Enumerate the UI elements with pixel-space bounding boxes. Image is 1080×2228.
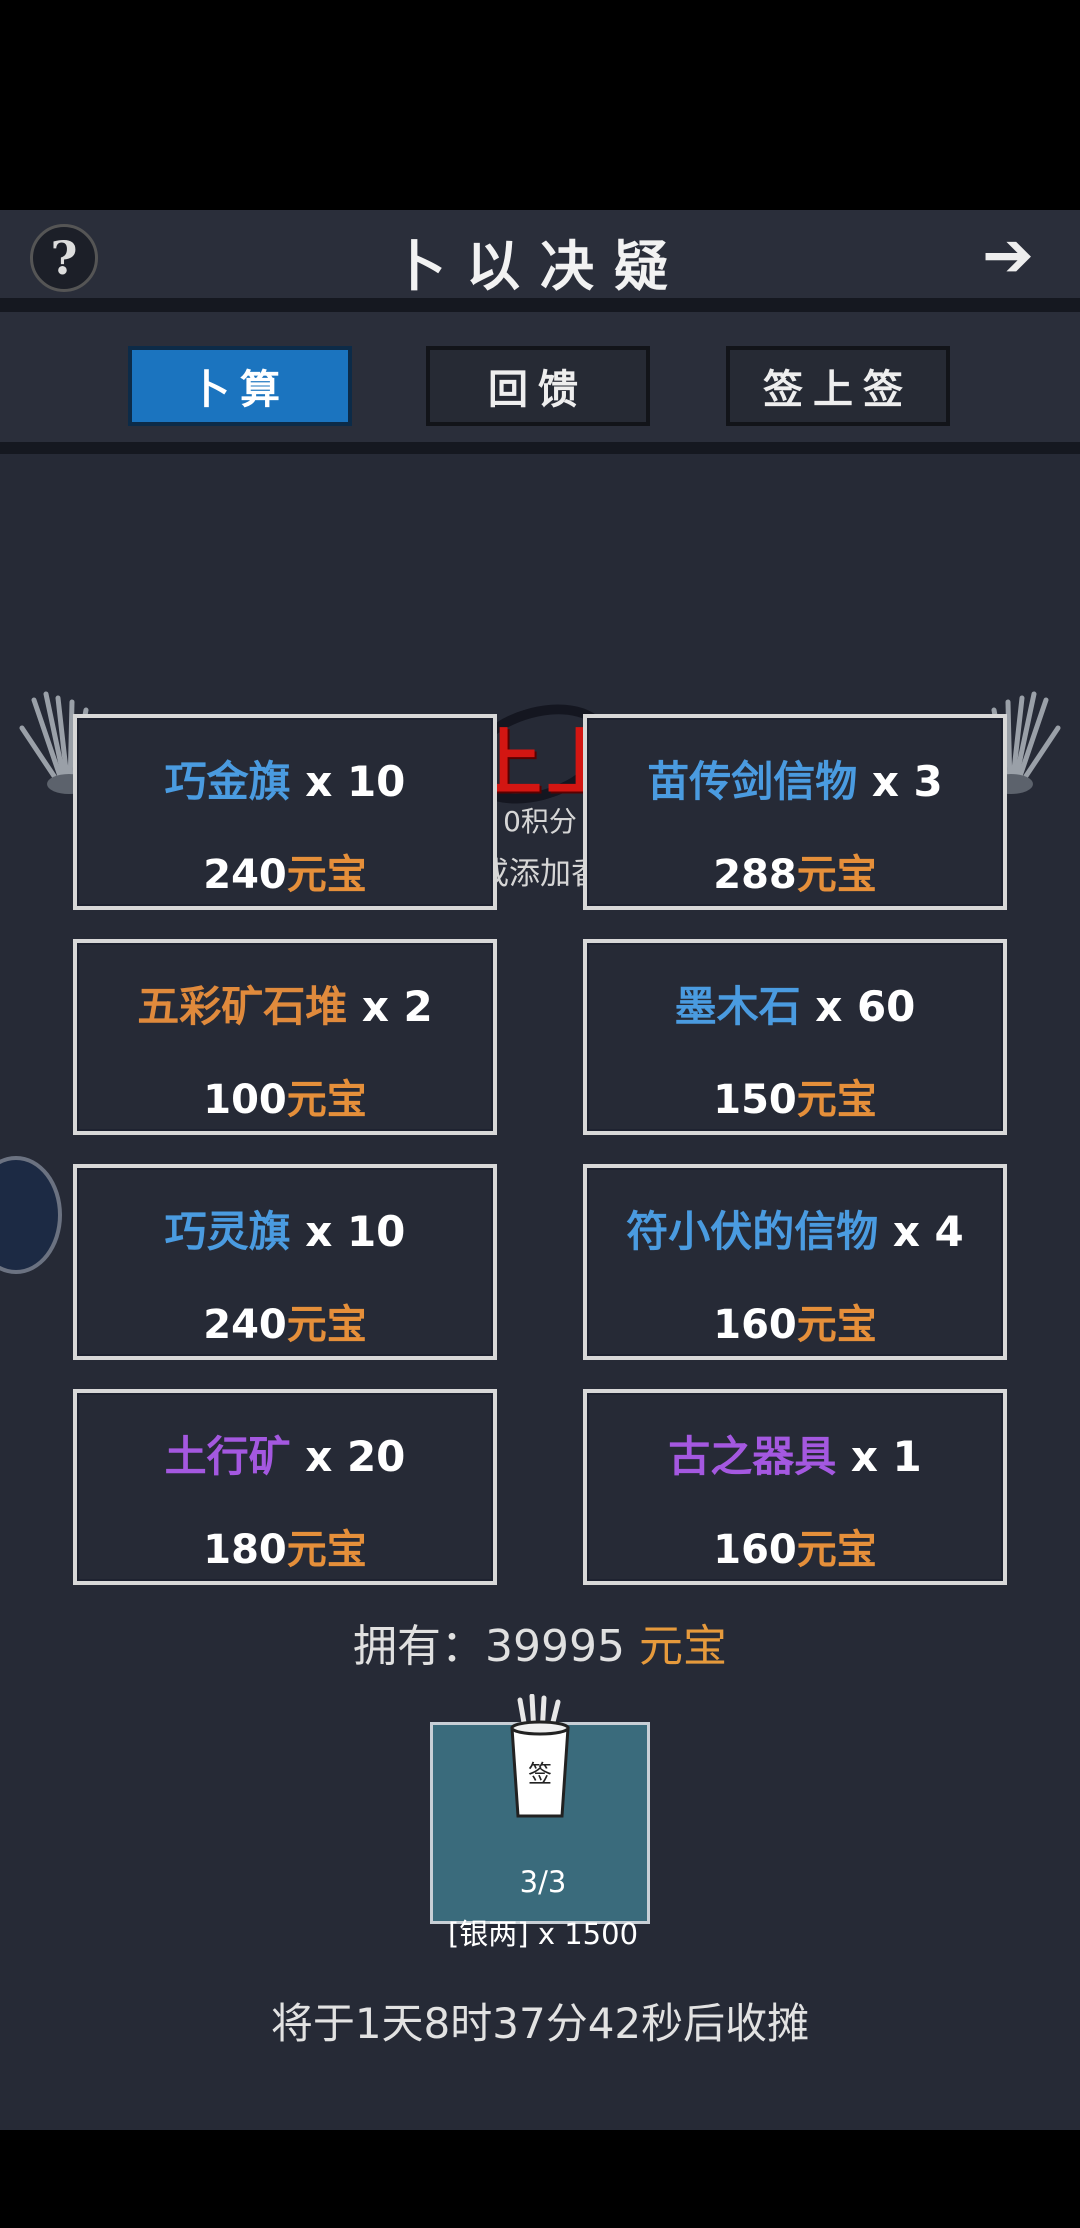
item-name: 苗传剑信物 (647, 757, 858, 806)
item-name: 土行矿 (164, 1432, 291, 1481)
item-price-line: 100元宝 (77, 1067, 493, 1125)
item-quantity: x 4 (878, 1207, 964, 1256)
item-name-line: 符小伏的信物 x 4 (587, 1198, 1003, 1259)
item-name: 墨木石 (674, 982, 801, 1031)
tab-feedback[interactable]: 回馈 (426, 346, 650, 426)
fortune-tube-icon: 签 (510, 1694, 570, 1818)
item-quantity: x 60 (800, 982, 916, 1031)
shop-close-timer: 将于1天8时37分42秒后收摊 (270, 1999, 810, 2048)
tube-count: 3/3 (519, 1865, 567, 1899)
shop-item[interactable]: 苗传剑信物 x 3 288元宝 (583, 714, 1007, 910)
shop-item[interactable]: 巧金旗 x 10 240元宝 (73, 714, 497, 910)
shop-item[interactable]: 五彩矿石堆 x 2 100元宝 (73, 939, 497, 1135)
item-name-line: 巧金旗 x 10 (77, 748, 493, 809)
item-price-line: 288元宝 (587, 842, 1003, 900)
header-divider (0, 298, 1080, 312)
tube-char: 签 (528, 1760, 552, 1788)
item-quantity: x 10 (290, 1207, 406, 1256)
header: ? 卜以决疑 ➔ (0, 210, 1080, 300)
item-name: 古之器具 (668, 1432, 837, 1481)
currency-unit: 元宝 (796, 1527, 877, 1573)
tab-lot-upgrade[interactable]: 签上签 (726, 346, 950, 426)
currency-unit: 元宝 (286, 1077, 367, 1123)
item-name: 巧金旗 (164, 757, 291, 806)
owned-label: 拥有：39995 (353, 1621, 639, 1672)
item-quantity: x 1 (836, 1432, 922, 1481)
item-price-line: 180元宝 (77, 1517, 493, 1575)
item-name: 五彩矿石堆 (137, 982, 348, 1031)
navigation-bar-area (0, 2130, 1080, 2228)
item-name-line: 土行矿 x 20 (77, 1423, 493, 1484)
item-name-line: 五彩矿石堆 x 2 (77, 973, 493, 1034)
item-price: 160 (713, 1302, 797, 1348)
item-price: 150 (713, 1077, 797, 1123)
item-price: 160 (713, 1527, 797, 1573)
item-name: 巧灵旗 (164, 1207, 291, 1256)
item-name-line: 古之器具 x 1 (587, 1423, 1003, 1484)
item-quantity: x 20 (290, 1432, 406, 1481)
item-price-line: 160元宝 (587, 1517, 1003, 1575)
item-name-line: 苗传剑信物 x 3 (587, 748, 1003, 809)
tab-divination[interactable]: 卜算 (128, 346, 352, 426)
currency-unit: 元宝 (286, 852, 367, 898)
divination-screen: ? 卜以决疑 ➔ 卜算 回馈 签上签 上上 0积分 购买后可重新卜算，或添加香火… (0, 210, 1080, 2130)
shop-item[interactable]: 巧灵旗 x 10 240元宝 (73, 1164, 497, 1360)
currency-unit: 元宝 (796, 1077, 877, 1123)
item-price: 100 (203, 1077, 287, 1123)
item-name-line: 墨木石 x 60 (587, 973, 1003, 1034)
item-price: 180 (203, 1527, 287, 1573)
tab-bar: 卜算 回馈 签上签 (0, 312, 1080, 452)
item-price: 240 (203, 1302, 287, 1348)
item-price-line: 150元宝 (587, 1067, 1003, 1125)
currency-unit: 元宝 (796, 852, 877, 898)
shop-item[interactable]: 古之器具 x 1 160元宝 (583, 1389, 1007, 1585)
shop-item[interactable]: 符小伏的信物 x 4 160元宝 (583, 1164, 1007, 1360)
currency-unit: 元宝 (796, 1302, 877, 1348)
tube-cost: [银两] x 1500 (447, 1917, 639, 1951)
item-quantity: x 10 (290, 757, 406, 806)
item-price-line: 160元宝 (587, 1292, 1003, 1350)
tabs-divider (0, 442, 1080, 454)
item-price-line: 240元宝 (77, 842, 493, 900)
item-price-line: 240元宝 (77, 1292, 493, 1350)
owned-currency: 拥有：39995 元宝 (0, 1610, 1080, 1674)
item-price: 288 (713, 852, 797, 898)
next-button[interactable]: ➔ (958, 222, 1058, 288)
arrow-right-icon: ➔ (982, 218, 1034, 291)
currency-unit: 元宝 (286, 1302, 367, 1348)
item-quantity: x 2 (347, 982, 433, 1031)
page-title: 卜以决疑 (392, 234, 688, 298)
shop-item[interactable]: 土行矿 x 20 180元宝 (73, 1389, 497, 1585)
item-price: 240 (203, 852, 287, 898)
side-menu-handle[interactable] (0, 1156, 62, 1274)
status-bar-area (0, 0, 1080, 210)
owned-currency-unit: 元宝 (638, 1621, 727, 1672)
item-quantity: x 3 (857, 757, 943, 806)
currency-unit: 元宝 (286, 1527, 367, 1573)
item-name: 符小伏的信物 (626, 1207, 879, 1256)
shop-item[interactable]: 墨木石 x 60 150元宝 (583, 939, 1007, 1135)
lot-tube-button[interactable]: 3/3 [银两] x 1500 签 (430, 1694, 650, 1951)
item-name-line: 巧灵旗 x 10 (77, 1198, 493, 1259)
